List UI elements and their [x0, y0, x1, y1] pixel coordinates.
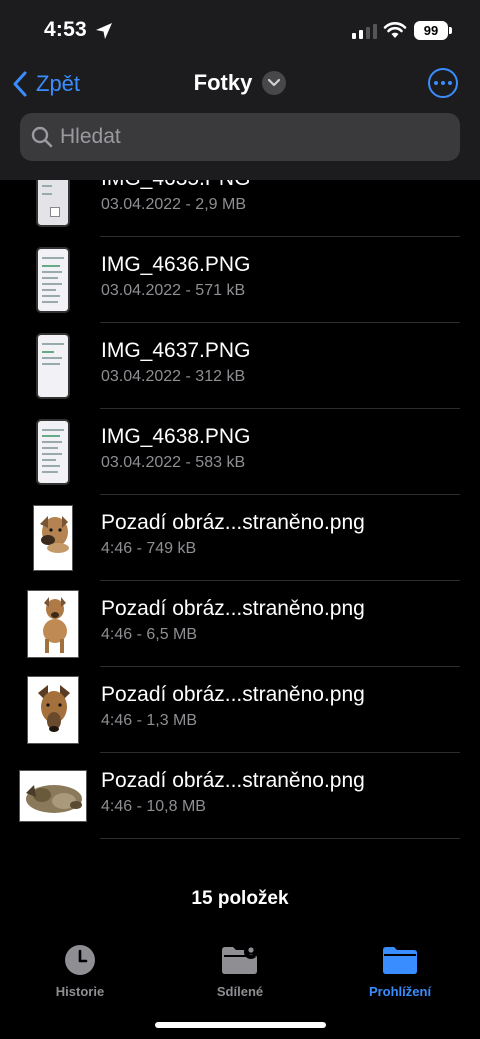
file-thumbnail: [18, 762, 88, 830]
tab-label: Prohlížení: [368, 984, 432, 999]
battery-icon: 99: [414, 21, 448, 40]
file-name: Pozadí obráz...straněno.png: [101, 511, 365, 534]
tab-historie[interactable]: Historie: [0, 944, 160, 999]
file-row[interactable]: Pozadí obráz...straněno.png 4:46 - 749 k…: [0, 495, 480, 581]
file-name: Pozadí obráz...straněno.png: [101, 597, 365, 620]
file-meta: 4:46 - 749 kB: [101, 540, 197, 557]
file-name: IMG_4635.PNG: [101, 180, 250, 191]
file-thumbnail: [18, 676, 88, 744]
file-thumbnail: [18, 418, 88, 486]
search-field[interactable]: Hledat: [20, 113, 460, 161]
file-row[interactable]: IMG_4635.PNG 03.04.2022 - 2,9 MB: [0, 180, 480, 237]
dog-photo-icon: [40, 516, 69, 553]
file-name: Pozadí obráz...straněno.png: [101, 769, 365, 792]
file-meta: 4:46 - 6,5 MB: [101, 626, 198, 643]
clock-icon: [65, 945, 95, 975]
file-row[interactable]: Pozadí obráz...straněno.png 4:46 - 10,8 …: [0, 753, 480, 839]
folder-icon: [383, 947, 417, 974]
item-count: 15 položek: [191, 888, 289, 909]
file-thumbnail: [18, 590, 88, 658]
tab-sdilene[interactable]: Sdílené: [160, 944, 320, 999]
file-thumbnail: [18, 246, 88, 314]
file-name: IMG_4637.PNG: [101, 339, 251, 362]
tab-label: Sdílené: [216, 984, 264, 999]
page-title: Fotky: [193, 70, 253, 95]
file-thumbnail: [18, 180, 88, 228]
title-menu[interactable]: Fotky: [0, 70, 480, 96]
file-name: Pozadí obráz...straněno.png: [101, 683, 365, 706]
file-thumbnail: [18, 332, 88, 400]
location-arrow-icon: [96, 23, 112, 39]
file-meta: 03.04.2022 - 2,9 MB: [101, 196, 246, 213]
navigation-bar: Zpět Fotky Hledat: [0, 64, 480, 180]
row-divider: [100, 838, 460, 839]
file-meta: 03.04.2022 - 312 kB: [101, 368, 246, 385]
file-meta: 4:46 - 1,3 MB: [101, 712, 198, 729]
dog-photo-icon: [38, 685, 70, 732]
tab-label: Historie: [55, 984, 105, 999]
more-options-button[interactable]: [428, 68, 458, 98]
file-row[interactable]: IMG_4637.PNG 03.04.2022 - 312 kB: [0, 323, 480, 409]
home-indicator: [155, 1022, 326, 1028]
status-bar: 4:53 99: [0, 0, 480, 64]
file-name: IMG_4638.PNG: [101, 425, 251, 448]
file-row[interactable]: Pozadí obráz...straněno.png 4:46 - 1,3 M…: [0, 667, 480, 753]
battery-tip: [449, 27, 452, 34]
file-row[interactable]: IMG_4636.PNG 03.04.2022 - 571 kB: [0, 237, 480, 323]
dog-photo-icon: [43, 597, 67, 653]
status-time: 4:53: [44, 18, 87, 41]
wifi-icon: [383, 22, 407, 38]
file-list: IMG_4635.PNG 03.04.2022 - 2,9 MB IMG_463…: [0, 180, 480, 840]
search-placeholder: Hledat: [60, 125, 121, 148]
search-icon: [31, 126, 53, 148]
cellular-signal-icon: [352, 23, 377, 39]
file-thumbnail: [18, 504, 88, 572]
file-row[interactable]: IMG_4638.PNG 03.04.2022 - 583 kB: [0, 409, 480, 495]
file-meta: 03.04.2022 - 583 kB: [101, 454, 246, 471]
file-meta: 03.04.2022 - 571 kB: [101, 282, 246, 299]
tab-prohlizeni[interactable]: Prohlížení: [320, 944, 480, 999]
file-row[interactable]: Pozadí obráz...straněno.png 4:46 - 6,5 M…: [0, 581, 480, 667]
shared-folder-icon: [222, 945, 258, 974]
dog-photo-icon: [26, 785, 82, 813]
file-name: IMG_4636.PNG: [101, 253, 251, 276]
chevron-down-icon: [262, 71, 287, 95]
file-meta: 4:46 - 10,8 MB: [101, 798, 206, 815]
